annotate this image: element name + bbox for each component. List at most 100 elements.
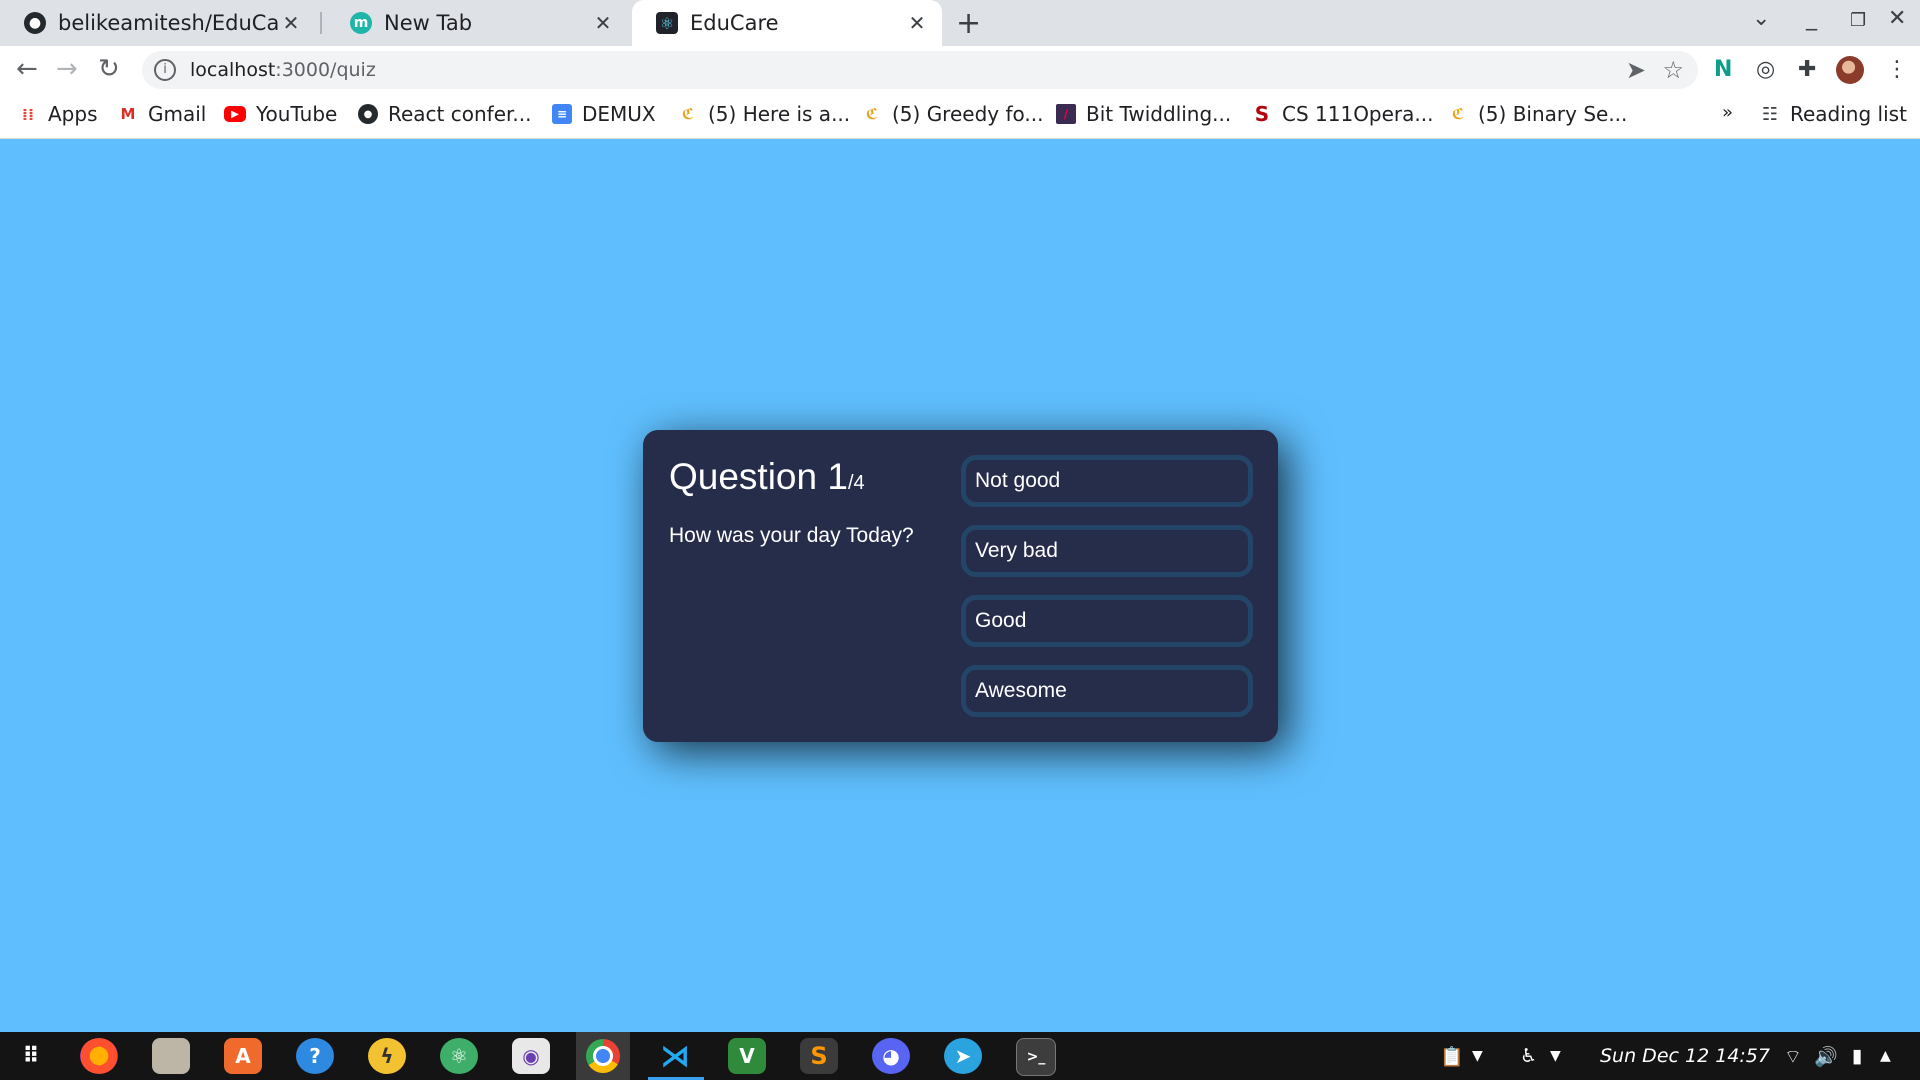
url-path: :3000/quiz (275, 59, 376, 81)
bookmark-star-icon[interactable]: ☆ (1662, 56, 1684, 84)
firefox-icon[interactable] (80, 1038, 118, 1074)
back-arrow-icon[interactable]: ← (16, 54, 38, 84)
app-grid-icon[interactable]: ⠿ (12, 1038, 50, 1074)
stanford-icon: S (1254, 102, 1270, 126)
bookmark-leetcode-3[interactable]: ℭ (5) Binary Se... (1448, 102, 1628, 126)
window-close-icon[interactable]: ✕ (1888, 6, 1906, 31)
bookmark-label: React confer... (388, 102, 532, 126)
overflow-label: » (1722, 102, 1734, 123)
bookmarks-overflow-chevron-icon[interactable]: » (1722, 102, 1733, 123)
github-icon: ● (24, 12, 46, 34)
tab-close-icon[interactable]: ✕ (592, 11, 614, 35)
bookmark-page-icon: / (1056, 104, 1076, 124)
sublime-icon[interactable]: S (800, 1038, 838, 1074)
taskbar: ⠿ A ? ϟ ⚛ ◉ ⋊ V S ◕ ➤ >_ 📋 ▼ ♿ ▼ Sun Dec… (0, 1032, 1920, 1080)
pokemon-icon[interactable]: ϟ (368, 1038, 406, 1074)
reading-list-button[interactable]: ☷ Reading list (1760, 102, 1907, 126)
bookmark-react-conference[interactable]: ● React confer... (358, 102, 531, 126)
answer-very-bad-button[interactable]: Very bad (961, 525, 1253, 577)
address-bar[interactable]: i localhost:3000/quiz ➤ ☆ (142, 51, 1698, 89)
bookmark-label: Bit Twiddling... (1086, 102, 1232, 126)
notion-web-clipper-icon[interactable]: N (1714, 57, 1732, 82)
extensions-puzzle-icon[interactable]: ✚ (1798, 57, 1816, 82)
bookmark-label: (5) Here is a... (708, 102, 851, 126)
reading-list-label: Reading list (1790, 102, 1907, 126)
tab-title: New Tab (384, 11, 473, 35)
answer-section: Not good Very bad Good Awesome (961, 455, 1253, 735)
browser-toolbar: ← → ↻ i localhost:3000/quiz ➤ ☆ N ◎ ✚ ⋮ (0, 46, 1920, 94)
tab-search-chevron-icon[interactable]: ⌄ (1752, 6, 1770, 31)
apps-grid-icon: ⁞⁞ (21, 104, 35, 124)
accessibility-icon[interactable]: ♿ (1520, 1045, 1537, 1067)
bookmark-label: CS 111Opera... (1282, 102, 1434, 126)
files-icon[interactable] (152, 1038, 190, 1074)
bookmark-bit-twiddling[interactable]: / Bit Twiddling... (1056, 102, 1231, 126)
question-text: How was your day Today? (669, 524, 914, 547)
bookmark-cs111[interactable]: S CS 111Opera... (1252, 102, 1434, 126)
volume-icon[interactable]: 🔊 (1814, 1045, 1838, 1068)
address-url[interactable]: localhost:3000/quiz (190, 59, 376, 81)
chrome-icon[interactable] (576, 1032, 630, 1080)
wifi-icon[interactable]: ⌔ (1784, 1045, 1802, 1069)
minimize-icon[interactable]: _ (1806, 6, 1817, 31)
site-info-icon[interactable]: i (154, 59, 176, 81)
tray-chevron-icon[interactable]: ▼ (1550, 1048, 1561, 1064)
question-count: Question 1/4 (669, 456, 865, 498)
bookmark-label: Gmail (148, 102, 207, 126)
question-number: Question 1 (669, 456, 848, 497)
vim-icon[interactable]: V (728, 1038, 766, 1074)
new-tab-m-icon: m (350, 12, 372, 34)
bookmark-label: Apps (48, 102, 98, 126)
forward-arrow-icon[interactable]: → (56, 54, 78, 84)
profile-avatar[interactable] (1836, 56, 1864, 84)
help-icon[interactable]: ? (296, 1038, 334, 1074)
new-tab-plus-icon[interactable]: + (956, 6, 981, 41)
url-host: localhost (190, 59, 276, 81)
clipboard-icon[interactable]: 📋 (1440, 1045, 1464, 1068)
tab-close-icon[interactable]: ✕ (906, 11, 928, 35)
bookmark-label: YouTube (256, 102, 338, 126)
bookmark-label: DEMUX (582, 102, 656, 126)
bookmark-apps[interactable]: ⁞⁞ Apps (18, 102, 98, 126)
quiz-card: Question 1/4 How was your day Today? Not… (643, 430, 1278, 742)
restore-icon[interactable]: ❐ (1850, 10, 1866, 31)
bookmark-gmail[interactable]: M Gmail (118, 102, 207, 126)
atom-icon[interactable]: ⚛ (440, 1038, 478, 1074)
answer-good-button[interactable]: Good (961, 595, 1253, 647)
answer-awesome-button[interactable]: Awesome (961, 665, 1253, 717)
tab-title: belikeamitesh/EduCare (58, 11, 280, 35)
terminal-icon[interactable]: >_ (1016, 1038, 1056, 1076)
tab-separator (320, 12, 322, 34)
reading-list-icon: ☷ (1761, 103, 1779, 125)
github-icon: ● (358, 104, 378, 124)
tray-menu-chevron-icon[interactable]: ▲ (1880, 1048, 1891, 1064)
menu-kebab-icon[interactable]: ⋮ (1886, 57, 1908, 82)
tray-chevron-icon[interactable]: ▼ (1472, 1048, 1483, 1064)
send-icon[interactable]: ➤ (1626, 56, 1646, 84)
bookmark-demux[interactable]: ≡ DEMUX (552, 102, 656, 126)
extension-loop-icon[interactable]: ◎ (1756, 57, 1775, 82)
vscode-icon[interactable]: ⋊ (656, 1038, 694, 1074)
battery-icon[interactable]: ▮ (1852, 1045, 1862, 1067)
tab-strip: ● belikeamitesh/EduCare ✕ m New Tab ✕ ⚛ … (0, 0, 1920, 46)
answer-not-good-button[interactable]: Not good (961, 455, 1253, 507)
leetcode-icon: ℭ (681, 105, 695, 123)
camera-icon[interactable]: ◉ (512, 1038, 550, 1074)
bookmark-leetcode-2[interactable]: ℭ (5) Greedy fo... (862, 102, 1044, 126)
bookmark-label: (5) Binary Se... (1478, 102, 1628, 126)
tab-educare[interactable]: ⚛ EduCare ✕ (632, 0, 942, 46)
reload-icon[interactable]: ↻ (98, 54, 120, 84)
clock[interactable]: Sun Dec 12 14:57 (1600, 1045, 1770, 1067)
leetcode-icon: ℭ (865, 105, 879, 123)
tab-new-tab[interactable]: m New Tab ✕ (326, 0, 628, 46)
bookmark-leetcode-1[interactable]: ℭ (5) Here is a... (678, 102, 850, 126)
bookmark-youtube[interactable]: ▶ YouTube (224, 102, 337, 126)
tab-close-icon[interactable]: ✕ (280, 11, 302, 35)
tab-title: EduCare (690, 11, 779, 35)
leetcode-icon: ℭ (1451, 105, 1465, 123)
tab-github[interactable]: ● belikeamitesh/EduCare ✕ (0, 0, 316, 46)
telegram-icon[interactable]: ➤ (944, 1038, 982, 1074)
discord-icon[interactable]: ◕ (872, 1038, 910, 1074)
software-center-icon[interactable]: A (224, 1038, 262, 1074)
docs-icon: ≡ (552, 104, 572, 124)
